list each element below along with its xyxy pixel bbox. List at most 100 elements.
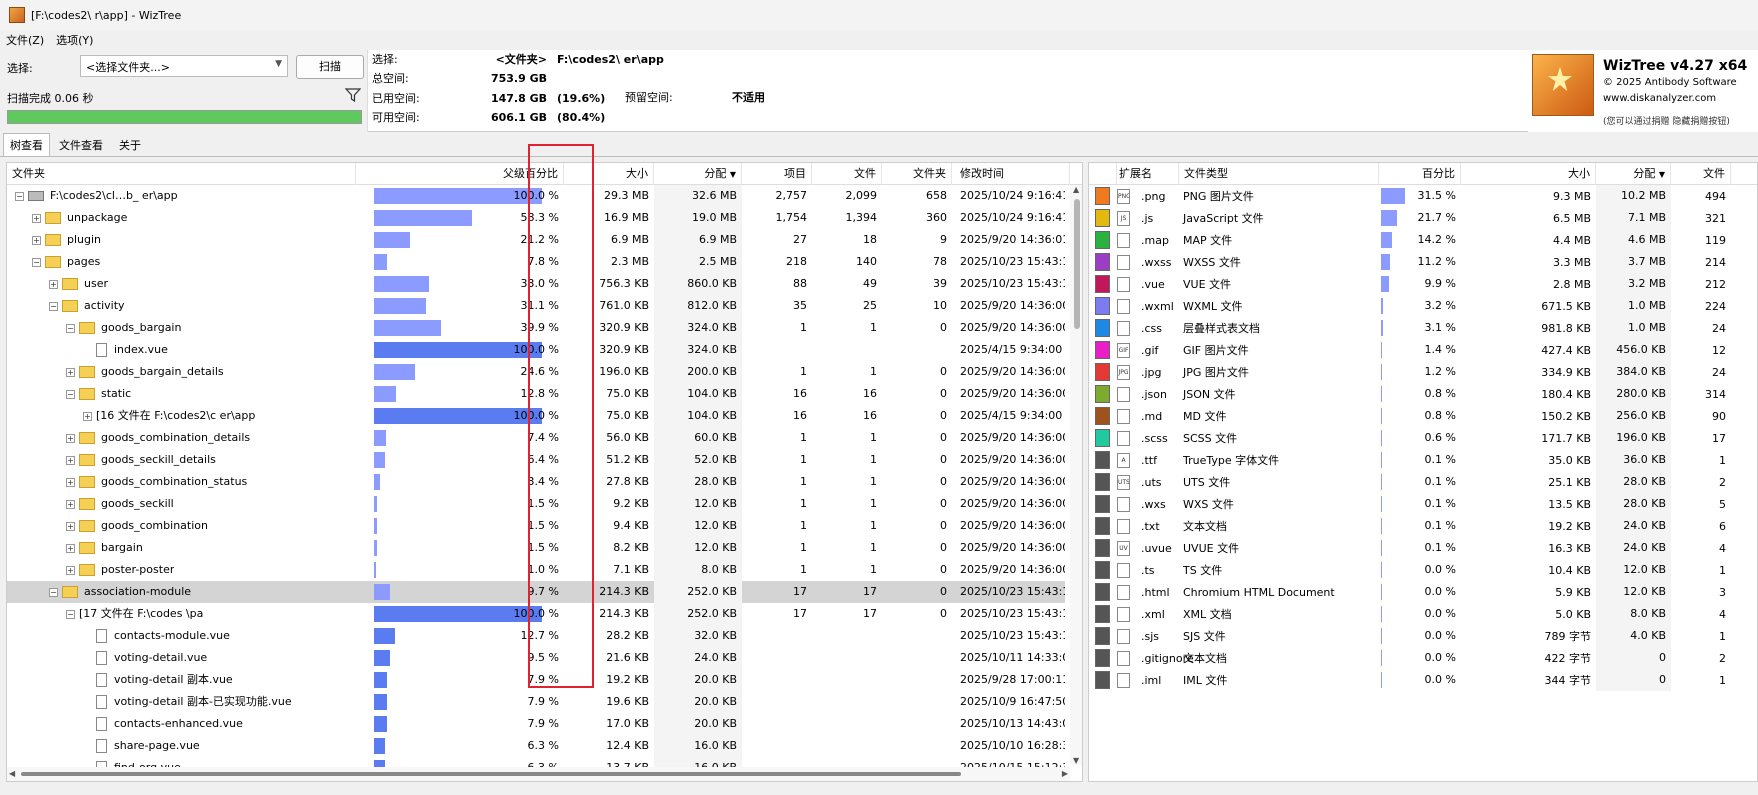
ext-row[interactable]: A .ttf TrueType 字体文件 0.1 % 35.0 KB 36.0 KB 1 xyxy=(1089,449,1757,471)
menu-file[interactable]: 文件(Z) xyxy=(0,32,50,48)
tab-file-view[interactable]: 文件查看 xyxy=(52,133,110,156)
ext-row[interactable]: PNG .png PNG 图片文件 31.5 % 9.3 MB 10.2 MB 494 xyxy=(1089,185,1757,207)
scan-button[interactable]: 扫描 xyxy=(296,55,364,79)
ext-row[interactable]: .html Chromium HTML Document 0.0 % 5.9 KB 12… xyxy=(1089,581,1757,603)
expand-icon[interactable]: + xyxy=(66,565,75,575)
donate-logo[interactable]: WizTree v4.27 x64 © 2025 Antibody Softwa… xyxy=(1528,50,1758,132)
tree-row[interactable]: index.vue 100.0 % 320.9 KB 324.0 KB 2025/4/1… xyxy=(7,339,1065,361)
ext-row[interactable]: .wxss WXSS 文件 11.2 % 3.3 MB 3.7 MB 214 xyxy=(1089,251,1757,273)
ext-row[interactable]: .scss SCSS 文件 0.6 % 171.7 KB 196.0 KB 17 xyxy=(1089,427,1757,449)
expand-icon[interactable]: + xyxy=(66,499,75,509)
ext-row[interactable]: .sjs SJS 文件 0.0 % 789 字节 4.0 KB 1 xyxy=(1089,625,1757,647)
collapse-icon[interactable]: − xyxy=(15,191,24,201)
tree-row[interactable]: + goods_combination_status 3.4 % 27.8 KB 28.… xyxy=(7,471,1065,493)
expand-icon[interactable]: + xyxy=(66,543,75,553)
tree-row[interactable]: + plugin 21.2 % 6.9 MB 6.9 MB 27 18 9 2025/9/20 … xyxy=(7,229,1065,251)
tree-row[interactable]: + [16 文件在 F:\codes2\c er\app 100.0 % 75.0 K… xyxy=(7,405,1065,427)
expand-icon[interactable]: + xyxy=(32,213,41,223)
ext-row[interactable]: .ts TS 文件 0.0 % 10.4 KB 12.0 KB 1 xyxy=(1089,559,1757,581)
tree-row[interactable]: + unpackage 58.3 % 16.9 MB 19.0 MB 1,754 1,394… xyxy=(7,207,1065,229)
collapse-icon[interactable]: − xyxy=(66,323,75,333)
tree-horizontal-scrollbar[interactable]: ◀ ▶ xyxy=(7,767,1070,781)
ext-row[interactable]: JPG .jpg JPG 图片文件 1.2 % 334.9 KB 384.0 KB 24 xyxy=(1089,361,1757,383)
tree-row[interactable]: voting-detail.vue 9.5 % 21.6 KB 24.0 KB 2025… xyxy=(7,647,1065,669)
ext-row[interactable]: .wxs WXS 文件 0.1 % 13.5 KB 28.0 KB 5 xyxy=(1089,493,1757,515)
col-header-ext[interactable]: 扩展名 xyxy=(1117,163,1179,185)
tree-vertical-scrollbar[interactable]: ▲ ▼ xyxy=(1070,185,1082,765)
tree-row[interactable]: + user 33.0 % 756.3 KB 860.0 KB 88 49 39 2025/10… xyxy=(7,273,1065,295)
ext-row[interactable]: .vue VUE 文件 9.9 % 2.8 MB 3.2 MB 212 xyxy=(1089,273,1757,295)
tab-about[interactable]: 关于 xyxy=(112,133,148,156)
gif-icon: GIF xyxy=(1117,342,1130,358)
collapse-icon[interactable]: − xyxy=(32,257,41,267)
tree-row[interactable]: + bargain 1.5 % 8.2 KB 12.0 KB 1 1 0 2025/9/20 1… xyxy=(7,537,1065,559)
col-header-ext-files[interactable]: 文件 xyxy=(1671,163,1731,185)
ext-row[interactable]: .xml XML 文档 0.0 % 5.0 KB 8.0 KB 4 xyxy=(1089,603,1757,625)
col-header-ext-alloc[interactable]: 分配 ▼ xyxy=(1596,163,1671,185)
collapse-icon[interactable]: − xyxy=(66,609,75,619)
expand-icon[interactable]: + xyxy=(49,279,58,289)
tree-hscroll-thumb[interactable] xyxy=(21,772,961,776)
tree-row[interactable]: − F:\codes2\cl…b_ er\app 100.0 % 29.3 MB 32.… xyxy=(7,185,1065,207)
ext-row[interactable]: UV .uvue UVUE 文件 0.1 % 16.3 KB 24.0 KB 4 xyxy=(1089,537,1757,559)
tree-row[interactable]: share-page.vue 6.3 % 12.4 KB 16.0 KB 2025/10… xyxy=(7,735,1065,757)
folder-select-combo[interactable]: <选择文件夹...> ▼ xyxy=(80,55,288,77)
scroll-down-icon[interactable]: ▼ xyxy=(1073,756,1079,765)
ext-row[interactable]: .css 层叠样式表文档 3.1 % 981.8 KB 1.0 MB 24 xyxy=(1089,317,1757,339)
tree-row[interactable]: − pages 7.8 % 2.3 MB 2.5 MB 218 140 78 2025/10/2… xyxy=(7,251,1065,273)
tree-row[interactable]: + goods_combination 1.5 % 9.4 KB 12.0 KB 1 1 0 2… xyxy=(7,515,1065,537)
expand-icon[interactable]: + xyxy=(66,477,75,487)
expand-icon[interactable]: + xyxy=(83,411,92,421)
tree-row[interactable]: + goods_combination_details 7.4 % 56.0 KB 60… xyxy=(7,427,1065,449)
scroll-left-icon[interactable]: ◀ xyxy=(9,769,15,778)
collapse-icon[interactable]: − xyxy=(49,301,58,311)
tree-row[interactable]: − activity 31.1 % 761.0 KB 812.0 KB 35 25 10 202… xyxy=(7,295,1065,317)
tree-row[interactable]: voting-detail 副本.vue 7.9 % 19.2 KB 20.0 KB 2… xyxy=(7,669,1065,691)
tab-tree-view[interactable]: 树查看 xyxy=(3,133,50,156)
tree-row[interactable]: − goods_bargain 39.9 % 320.9 KB 324.0 KB 1 1 0 2… xyxy=(7,317,1065,339)
tree-row[interactable]: − static 12.8 % 75.0 KB 104.0 KB 16 16 0 2025/9/… xyxy=(7,383,1065,405)
col-header-type[interactable]: 文件类型 xyxy=(1179,163,1379,185)
expand-icon[interactable]: + xyxy=(32,235,41,245)
tree-row[interactable]: + goods_seckill_details 6.4 % 51.2 KB 52.0 K… xyxy=(7,449,1065,471)
col-header-parent-pct[interactable]: 父级百分比 xyxy=(356,163,564,185)
ext-row[interactable]: .iml IML 文件 0.0 % 344 字节 0 1 xyxy=(1089,669,1757,691)
tree-row[interactable]: + poster-poster 1.0 % 7.1 KB 8.0 KB 1 1 0 2025/9… xyxy=(7,559,1065,581)
col-header-folder[interactable]: 文件夹 xyxy=(7,163,356,185)
ext-row[interactable]: .json JSON 文件 0.8 % 180.4 KB 280.0 KB 314 xyxy=(1089,383,1757,405)
col-header-folders[interactable]: 文件夹 xyxy=(882,163,952,185)
ext-row[interactable]: JS .js JavaScript 文件 21.7 % 6.5 MB 7.1 MB 321 xyxy=(1089,207,1757,229)
ext-row[interactable]: .md MD 文件 0.8 % 150.2 KB 256.0 KB 90 xyxy=(1089,405,1757,427)
ext-row[interactable]: GIF .gif GIF 图片文件 1.4 % 427.4 KB 456.0 KB 12 xyxy=(1089,339,1757,361)
ext-row[interactable]: .txt 文本文档 0.1 % 19.2 KB 24.0 KB 6 xyxy=(1089,515,1757,537)
expand-icon[interactable]: + xyxy=(66,367,75,377)
tree-row[interactable]: + goods_bargain_details 24.6 % 196.0 KB 200.… xyxy=(7,361,1065,383)
scroll-up-icon[interactable]: ▲ xyxy=(1073,185,1079,194)
col-header-size[interactable]: 大小 xyxy=(564,163,654,185)
tree-row[interactable]: contacts-enhanced.vue 7.9 % 17.0 KB 20.0 KB… xyxy=(7,713,1065,735)
expand-icon[interactable]: + xyxy=(66,433,75,443)
expand-icon[interactable]: + xyxy=(66,521,75,531)
filter-icon[interactable] xyxy=(345,87,361,103)
tree-row[interactable]: − association-module 9.7 % 214.3 KB 252.0 KB… xyxy=(7,581,1065,603)
collapse-icon[interactable]: − xyxy=(66,389,75,399)
expand-icon[interactable]: + xyxy=(66,455,75,465)
tree-row[interactable]: voting-detail 副本-已实现功能.vue 7.9 % 19.6 KB 20… xyxy=(7,691,1065,713)
tree-row[interactable]: + goods_seckill 1.5 % 9.2 KB 12.0 KB 1 1 0 2025/… xyxy=(7,493,1065,515)
col-header-pct[interactable]: 百分比 xyxy=(1379,163,1461,185)
col-header-files[interactable]: 文件 xyxy=(812,163,882,185)
ext-row[interactable]: .map MAP 文件 14.2 % 4.4 MB 4.6 MB 119 xyxy=(1089,229,1757,251)
tree-row[interactable]: − [17 文件在 F:\codes \pa 100.0 % 214.3 KB 252.… xyxy=(7,603,1065,625)
menu-options[interactable]: 选项(Y) xyxy=(50,32,99,48)
col-header-modified[interactable]: 修改时间 xyxy=(952,163,1070,185)
ext-row[interactable]: UTS .uts UTS 文件 0.1 % 25.1 KB 28.0 KB 2 xyxy=(1089,471,1757,493)
tree-vscroll-thumb[interactable] xyxy=(1074,199,1080,329)
ext-row[interactable]: .gitignore 文本文档 0.0 % 422 字节 0 2 xyxy=(1089,647,1757,669)
scroll-right-icon[interactable]: ▶ xyxy=(1062,769,1068,778)
tree-row[interactable]: contacts-module.vue 12.7 % 28.2 KB 32.0 KB 2… xyxy=(7,625,1065,647)
col-header-alloc[interactable]: 分配 ▼ xyxy=(654,163,742,185)
collapse-icon[interactable]: − xyxy=(49,587,58,597)
col-header-ext-size[interactable]: 大小 xyxy=(1461,163,1596,185)
ext-row[interactable]: .wxml WXML 文件 3.2 % 671.5 KB 1.0 MB 224 xyxy=(1089,295,1757,317)
col-header-items[interactable]: 项目 xyxy=(742,163,812,185)
